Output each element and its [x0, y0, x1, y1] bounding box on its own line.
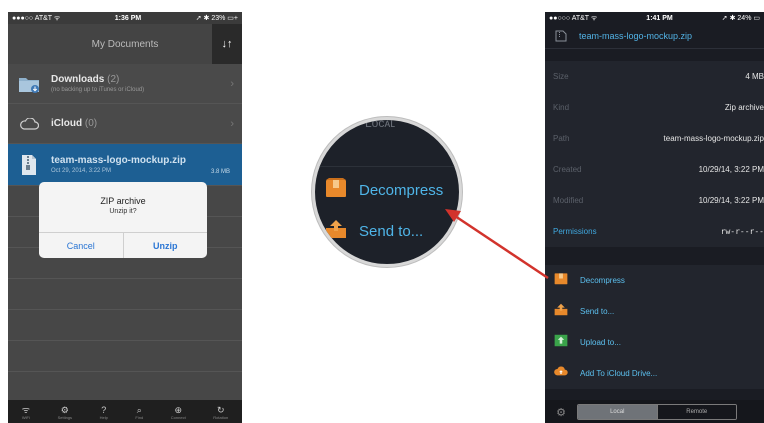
stage: ●●●○○ AT&T ᯤ 1:36 PM ➚ ✱ 23% ▭+ My Docum…	[0, 0, 764, 423]
pointer-arrow	[445, 209, 549, 280]
